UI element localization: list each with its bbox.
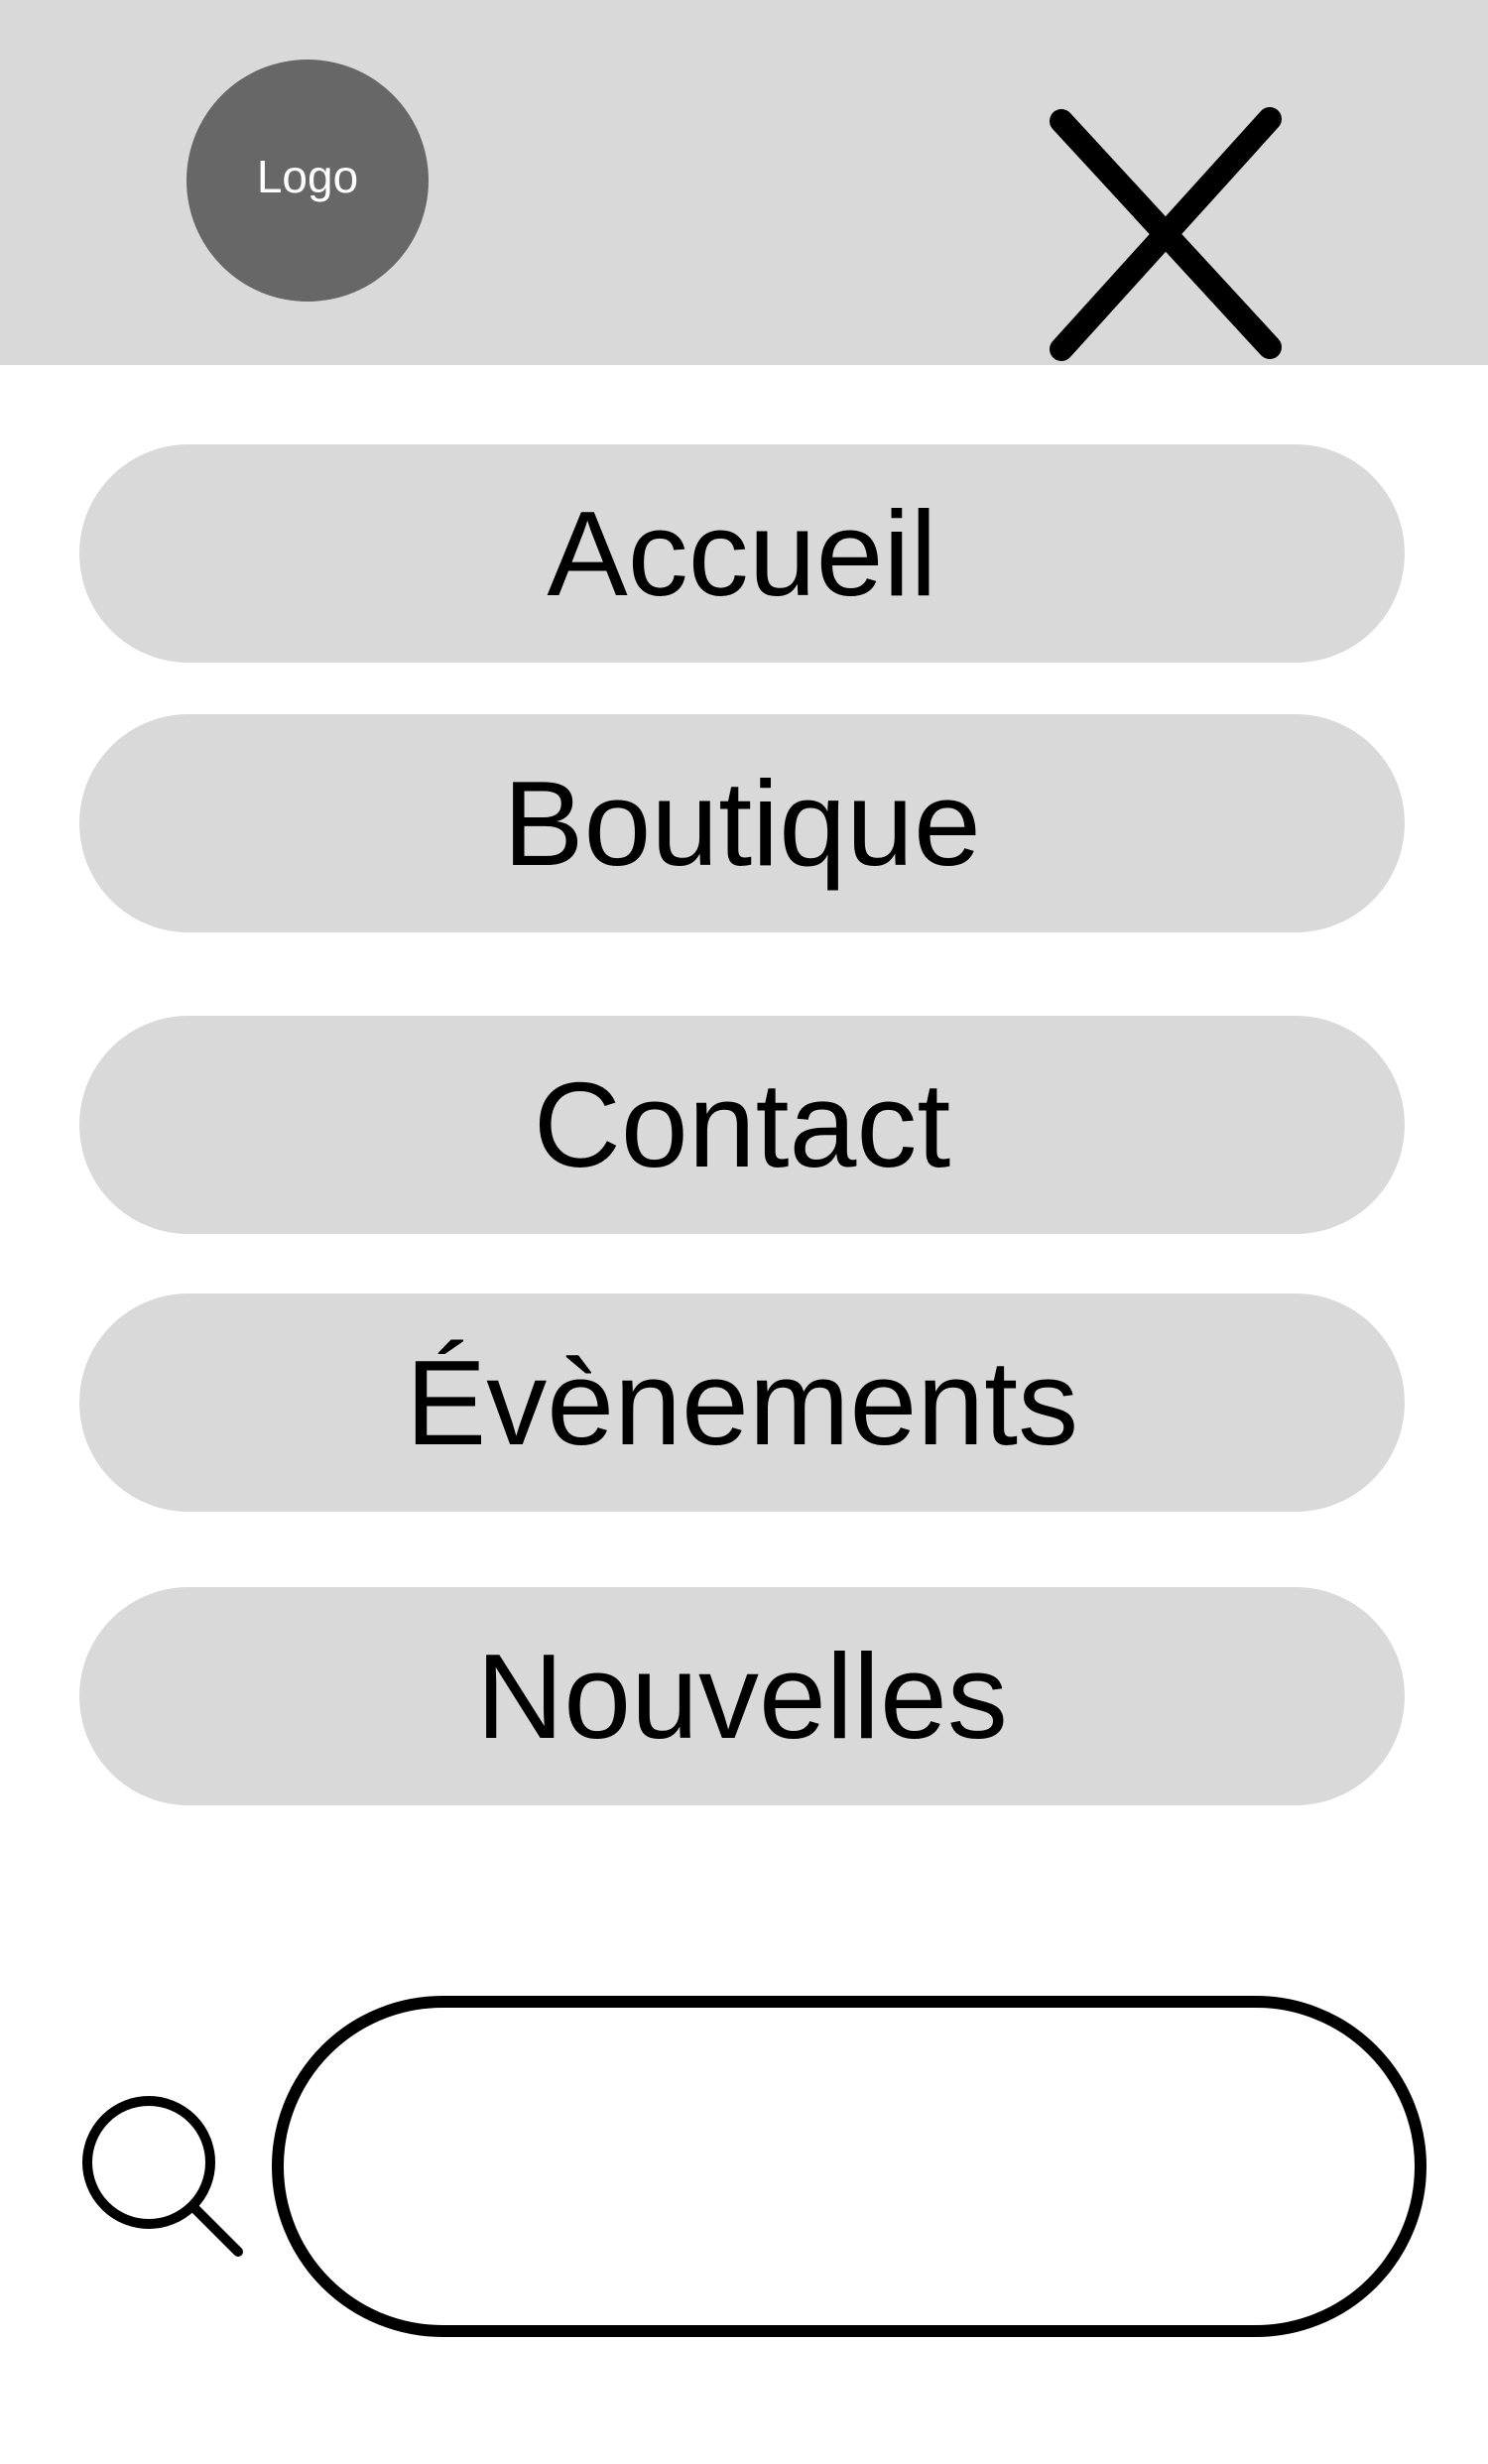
search-icon [82,2096,243,2257]
search-input[interactable] [272,1996,1426,2337]
header: Logo [0,0,1488,365]
search-button[interactable] [75,2089,254,2268]
nav-item-label: Évènements [405,1335,1079,1470]
nav-item-label: Boutique [503,756,981,891]
close-icon [1050,107,1282,361]
nav-item-nouvelles[interactable]: Nouvelles [79,1587,1405,1805]
logo[interactable]: Logo [186,60,429,302]
nav-item-evenements[interactable]: Évènements [79,1294,1405,1512]
nav-item-label: Nouvelles [476,1629,1008,1764]
nav-item-accueil[interactable]: Accueil [79,444,1405,663]
nav-item-boutique[interactable]: Boutique [79,714,1405,932]
nav-item-label: Accueil [547,486,937,621]
nav-item-contact[interactable]: Contact [79,1016,1405,1234]
logo-text: Logo [256,151,359,202]
nav-item-label: Contact [533,1057,951,1192]
close-menu-button[interactable] [1032,99,1300,387]
